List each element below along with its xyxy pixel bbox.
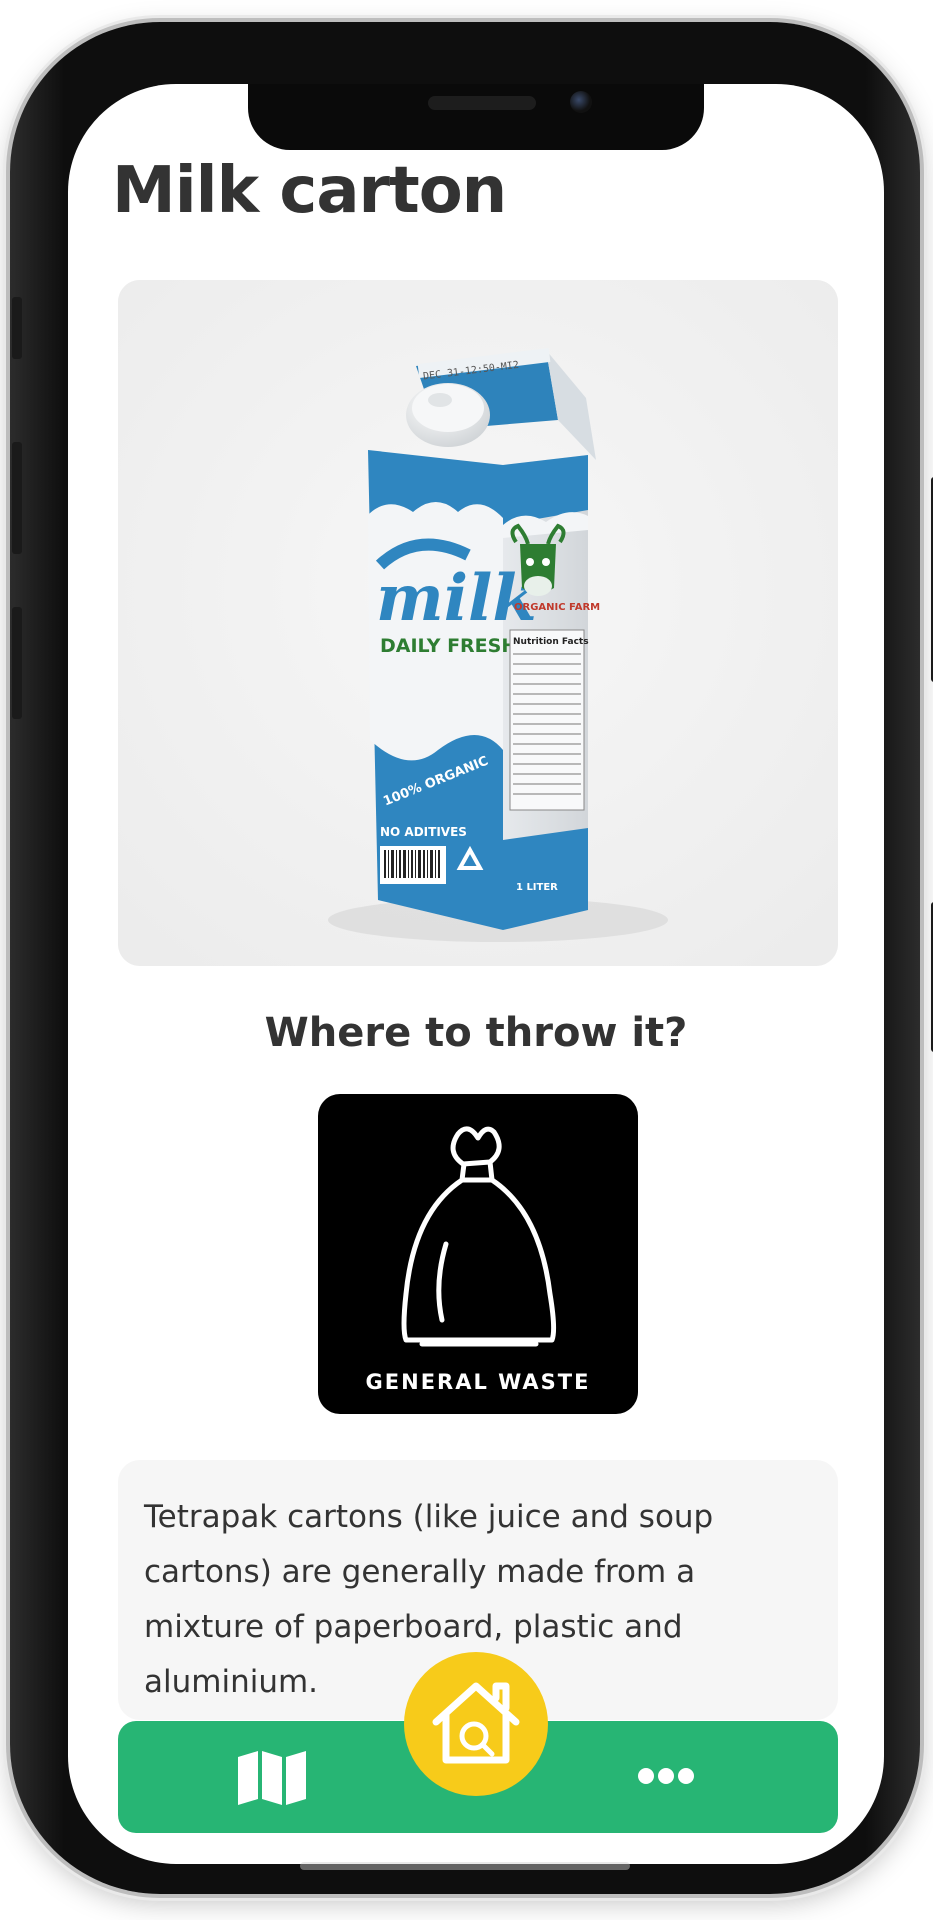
carton-brand: milk [376,561,537,636]
more-dots-icon [638,1768,694,1784]
map-icon [238,1751,306,1805]
front-camera [570,91,592,113]
reflection-bar [300,1862,630,1870]
home-search-icon [432,1682,520,1764]
volume-up-button [12,442,22,554]
carton-no-additives: NO ADITIVES [380,825,467,839]
trash-bag-icon [401,1126,557,1347]
general-waste-tile: GENERAL WASTE [318,1094,638,1414]
disposal-question: Where to throw it? [264,1010,688,1056]
page-title: Milk carton [112,154,507,228]
milk-carton-photo: DEC 31-12:50-MI2 milk DAILY FRESH 100% O… [118,280,838,966]
speaker-grille [428,96,536,110]
mute-switch [12,297,22,359]
more-button[interactable] [636,1761,696,1791]
notch [248,84,704,150]
carton-side-title: Nutrition Facts [513,637,589,647]
product-photo: DEC 31-12:50-MI2 milk DAILY FRESH 100% O… [118,280,838,966]
phone-frame: Milk carton DEC 31-12:50-MI2 milk DAILY … [10,22,933,1894]
phone-screen: Milk carton DEC 31-12:50-MI2 milk DAILY … [68,84,884,1864]
bin-label: GENERAL WASTE [365,1370,591,1394]
carton-tagline: DAILY FRESH [380,635,517,657]
map-button[interactable] [236,1749,308,1807]
carton-volume-side: 1 LITER [516,882,558,893]
volume-down-button [12,607,22,719]
carton-farm: ORGANIC FARM [514,602,600,613]
home-button[interactable] [404,1652,548,1796]
